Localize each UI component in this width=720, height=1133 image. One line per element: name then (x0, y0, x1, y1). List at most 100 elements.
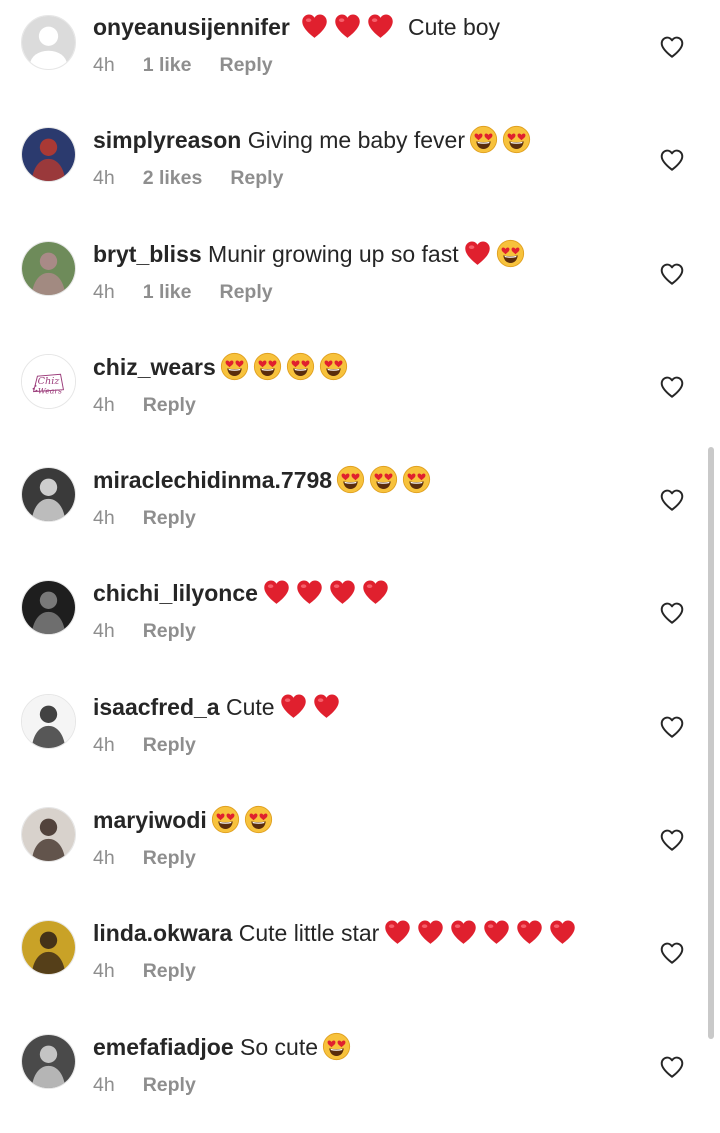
red-heart-emoji (300, 12, 329, 41)
comment-username[interactable]: chichi_lilyonce (93, 580, 258, 606)
comment-line: linda.okwara Cute little star (93, 918, 577, 948)
comment-text: Giving me baby fever (247, 127, 466, 154)
red-heart-emoji (449, 918, 478, 947)
heart-eyes-emoji (244, 805, 273, 834)
comment-timestamp: 4h (93, 733, 115, 756)
comment-username[interactable]: onyeanusijennifer (93, 14, 290, 40)
avatar[interactable] (21, 920, 76, 976)
comment-timestamp: 4h (93, 847, 115, 870)
comment-text: Munir growing up so fast (208, 240, 459, 267)
comment-line: onyeanusijennifer Cute boy (93, 12, 500, 42)
heart-outline-icon[interactable] (659, 1054, 685, 1080)
heart-eyes-emoji (322, 1032, 351, 1061)
comment-text: Cute (225, 693, 275, 720)
like-count[interactable]: 1 like (143, 281, 192, 304)
svg-text:Wears: Wears (38, 386, 62, 395)
heart-eyes-emoji (402, 465, 431, 494)
red-heart-emoji (333, 12, 362, 41)
heart-outline-icon[interactable] (659, 34, 685, 60)
comment-row: isaacfred_a Cute 4h Reply (0, 680, 720, 793)
comment-line: isaacfred_a Cute (93, 692, 341, 722)
heart-outline-icon[interactable] (659, 827, 685, 853)
comment-row: maryiwodi 4h Reply (0, 793, 720, 906)
comment-meta: 4h Reply (93, 507, 196, 530)
comment-text: So cute (240, 1033, 318, 1060)
avatar[interactable] (21, 1033, 76, 1089)
heart-outline-icon[interactable] (659, 147, 685, 173)
heart-outline-icon[interactable] (659, 487, 685, 513)
heart-outline-icon[interactable] (659, 374, 685, 400)
comment-timestamp: 4h (93, 507, 115, 530)
avatar-logo-text: Chiz (38, 376, 61, 387)
comment-line: emefafiadjoe So cute (93, 1032, 351, 1062)
comment-meta: 4h Reply (93, 394, 196, 417)
avatar[interactable] (21, 807, 76, 863)
heart-eyes-emoji (211, 805, 240, 834)
avatar[interactable] (21, 693, 76, 749)
comment-line: chichi_lilyonce (93, 578, 390, 608)
comment-meta: 4h Reply (93, 1074, 196, 1097)
comment-text: Cute boy (408, 14, 501, 40)
comment-username[interactable]: chiz_wears (93, 354, 216, 380)
comment-username[interactable]: miraclechidinma.7798 (93, 467, 332, 493)
reply-button[interactable]: Reply (143, 1074, 196, 1097)
comment-username[interactable]: maryiwodi (93, 807, 207, 833)
heart-outline-icon[interactable] (659, 714, 685, 740)
comment-line: bryt_bliss Munir growing up so fast (93, 239, 525, 269)
reply-button[interactable]: Reply (143, 620, 196, 643)
red-heart-emoji (515, 918, 544, 947)
heart-eyes-emoji (496, 239, 525, 268)
comment-username[interactable]: bryt_bliss (93, 241, 202, 267)
heart-eyes-emoji (253, 352, 282, 381)
scrollbar[interactable] (708, 447, 714, 1039)
reply-button[interactable]: Reply (220, 281, 273, 304)
heart-outline-icon[interactable] (659, 600, 685, 626)
heart-eyes-emoji (319, 352, 348, 381)
comment-username[interactable]: emefafiadjoe (93, 1034, 234, 1060)
heart-outline-icon[interactable] (659, 261, 685, 287)
red-heart-emoji (416, 918, 445, 947)
comment-row: simplyreason Giving me baby fever 4h 2 lik… (0, 113, 720, 226)
comment-meta: 4h Reply (93, 620, 196, 643)
reply-button[interactable]: Reply (230, 167, 283, 190)
comment-username[interactable]: linda.okwara (93, 920, 232, 946)
comment-line: miraclechidinma.7798 (93, 465, 431, 495)
comment-timestamp: 4h (93, 393, 115, 416)
avatar[interactable]: Chiz Wears (21, 353, 76, 409)
red-heart-emoji (482, 918, 511, 947)
comment-meta: 4h 1 like Reply (93, 281, 273, 304)
like-count[interactable]: 2 likes (143, 167, 203, 190)
comment-timestamp: 4h (93, 280, 115, 303)
avatar[interactable] (21, 580, 76, 636)
avatar[interactable] (21, 240, 76, 296)
reply-button[interactable]: Reply (143, 394, 196, 417)
comment-meta: 4h Reply (93, 847, 196, 870)
reply-button[interactable]: Reply (143, 960, 196, 983)
red-heart-emoji (383, 918, 412, 947)
heart-eyes-emoji (336, 465, 365, 494)
avatar[interactable] (21, 127, 76, 183)
like-count[interactable]: 1 like (143, 54, 192, 77)
reply-button[interactable]: Reply (143, 507, 196, 530)
heart-eyes-emoji (369, 465, 398, 494)
comment-username[interactable]: isaacfred_a (93, 694, 220, 720)
comment-line: maryiwodi (93, 805, 273, 835)
comment-username[interactable]: simplyreason (93, 127, 241, 153)
comment-text: Cute little star (238, 920, 380, 947)
comment-row: miraclechidinma.7798 4h Reply (0, 453, 720, 566)
avatar[interactable] (21, 467, 76, 523)
comment-meta: 4h 1 like Reply (93, 54, 273, 77)
comment-row: chichi_lilyonce 4h Reply (0, 566, 720, 679)
heart-outline-icon[interactable] (659, 940, 685, 966)
avatar[interactable] (21, 15, 76, 70)
reply-button[interactable]: Reply (143, 847, 196, 870)
comment-timestamp: 4h (93, 1073, 115, 1096)
comment-meta: 4h 2 likes Reply (93, 167, 283, 190)
red-heart-emoji (366, 12, 395, 41)
comment-line: simplyreason Giving me baby fever (93, 125, 531, 155)
red-heart-emoji (279, 692, 308, 721)
comment-timestamp: 4h (93, 54, 115, 76)
reply-button[interactable]: Reply (143, 734, 196, 757)
reply-button[interactable]: Reply (220, 54, 273, 77)
comments-list: onyeanusijennifer Cute boy 4h 1 like Reply s… (0, 0, 720, 1133)
